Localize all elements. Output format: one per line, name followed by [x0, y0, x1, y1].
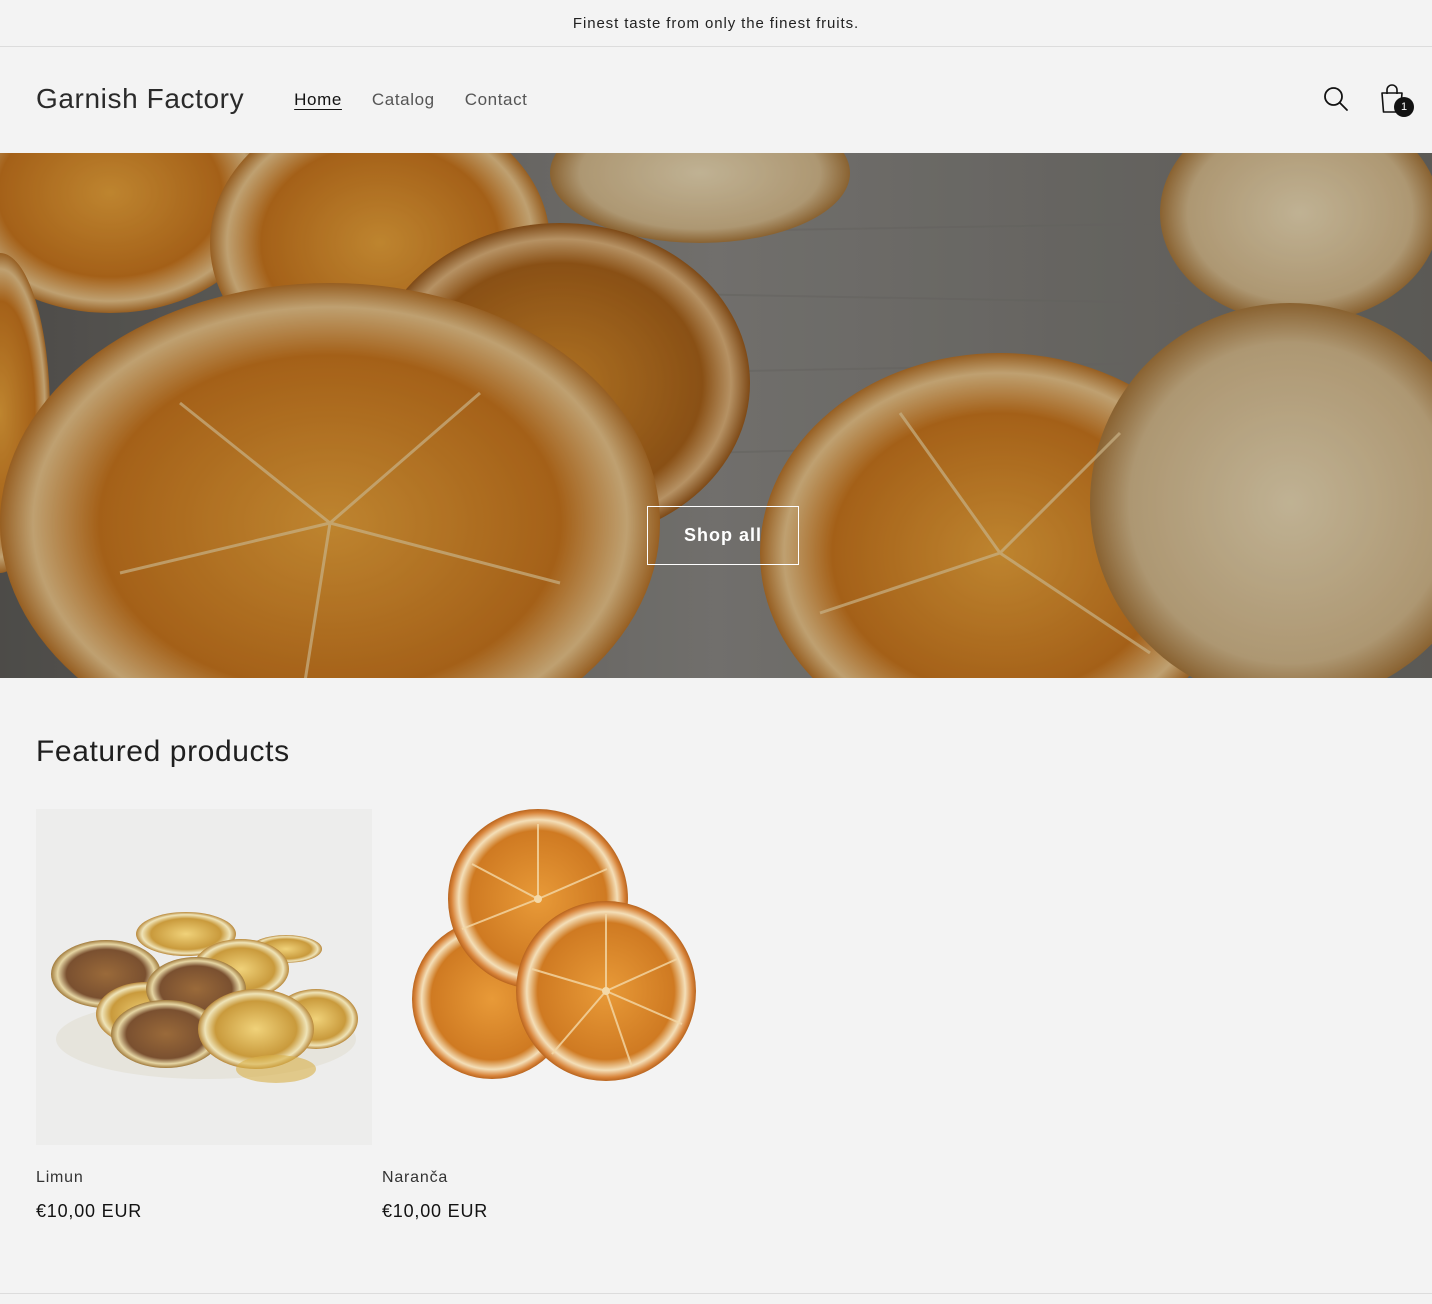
header-icons: 1	[1318, 77, 1414, 121]
featured-section: Featured products	[36, 735, 290, 769]
footer-divider	[0, 1293, 1432, 1294]
product-title[interactable]: Limun	[36, 1169, 372, 1187]
hero-overlay	[0, 153, 1432, 678]
announcement-bar: Finest taste from only the finest fruits…	[0, 0, 1432, 47]
product-card-naranca[interactable]: Naranča €10,00 EUR	[382, 809, 718, 1222]
nav-item-catalog[interactable]: Catalog	[372, 90, 435, 110]
featured-heading: Featured products	[36, 735, 290, 768]
product-price: €10,00 EUR	[36, 1201, 143, 1221]
hero-banner: Shop all	[0, 153, 1432, 678]
cart-count-badge: 1	[1394, 97, 1414, 117]
product-price: €10,00 EUR	[382, 1201, 489, 1221]
announcement-text: Finest taste from only the finest fruits…	[572, 14, 860, 32]
product-image-limun[interactable]	[36, 809, 372, 1145]
nav-item-contact[interactable]: Contact	[465, 90, 528, 110]
search-icon	[1324, 87, 1348, 111]
shop-all-button[interactable]: Shop all	[647, 506, 799, 565]
site-logo[interactable]: Garnish Factory	[36, 83, 244, 117]
search-button[interactable]	[1318, 77, 1354, 121]
nav-item-home[interactable]: Home	[294, 90, 342, 110]
product-title[interactable]: Naranča	[382, 1169, 718, 1187]
cart-button[interactable]: 1	[1374, 77, 1414, 121]
main-nav: Home Catalog Contact	[294, 90, 527, 110]
product-card-limun[interactable]: Limun €10,00 EUR	[36, 809, 372, 1222]
product-grid: Limun €10,00 EUR Naranča €10,00 EUR	[36, 809, 718, 1222]
site-header: Garnish Factory Home Catalog Contact 1	[0, 47, 1432, 153]
product-image-naranca[interactable]	[382, 809, 718, 1145]
